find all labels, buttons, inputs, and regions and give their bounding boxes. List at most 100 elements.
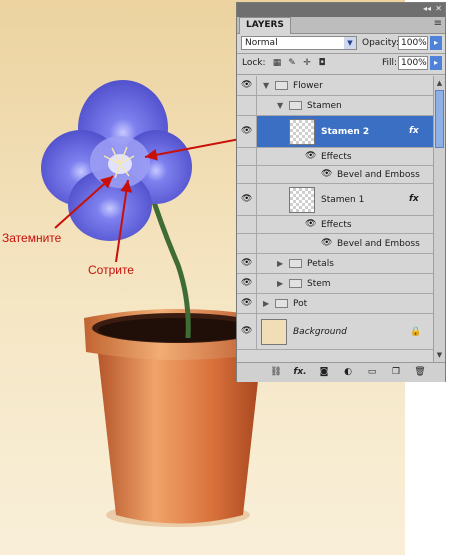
blend-mode-select[interactable]: Normal ▼ <box>241 36 357 50</box>
eye-icon[interactable]: 👁 <box>305 219 316 229</box>
visibility-toggle[interactable]: 👁 <box>237 76 257 95</box>
panel-bottom-toolbar: ⛓ fx. ◙ ◐ ▭ ❐ 🗑 <box>237 362 445 382</box>
visibility-toggle <box>237 216 257 233</box>
eye-icon[interactable]: 👁 <box>321 238 332 248</box>
chevron-down-icon[interactable]: ▼ <box>344 37 356 49</box>
layer-thumbnail <box>289 187 315 213</box>
mask-icon[interactable]: ◙ <box>317 366 331 378</box>
layer-style-badge[interactable]: fx <box>409 126 419 136</box>
scroll-down-arrow-icon[interactable]: ▼ <box>435 350 444 360</box>
erase-annotation: Сотрите <box>88 263 134 277</box>
eye-icon[interactable]: 👁 <box>321 169 332 179</box>
darken-annotation: Затемните <box>2 231 62 245</box>
bevel-emboss-row[interactable]: 👁 Bevel and Emboss <box>237 234 433 254</box>
effects-label[interactable]: Effects <box>321 219 352 231</box>
bevel-emboss-row[interactable]: 👁 Bevel and Emboss <box>237 166 433 184</box>
layer-row-pot[interactable]: 👁 ▶ Pot <box>237 294 433 314</box>
panel-tab-row: LAYERS ≡ <box>237 17 445 34</box>
new-layer-icon[interactable]: ❐ <box>389 366 403 378</box>
layer-thumbnail <box>289 119 315 145</box>
fill-slider-button[interactable]: ▸ <box>430 56 442 70</box>
collapse-icon[interactable]: ◂◂ <box>423 4 431 13</box>
layer-name[interactable]: Stamen 1 <box>321 194 364 206</box>
eye-icon[interactable]: 👁 <box>241 194 252 204</box>
opacity-slider-button[interactable]: ▸ <box>430 36 442 50</box>
visibility-toggle <box>237 166 257 183</box>
layer-name[interactable]: Stamen <box>307 100 342 112</box>
layer-style-badge[interactable]: fx <box>409 194 419 204</box>
layer-row-petals[interactable]: 👁 ▶ Petals <box>237 254 433 274</box>
layer-row-stamen-2[interactable]: 👁 Stamen 2 fx <box>237 116 433 148</box>
expand-triangle-icon[interactable]: ▶ <box>277 279 283 288</box>
tab-layers[interactable]: LAYERS <box>239 17 291 34</box>
visibility-toggle <box>237 234 257 253</box>
layers-scrollbar[interactable]: ▲ ▼ <box>433 76 445 362</box>
effect-name[interactable]: Bevel and Emboss <box>337 169 420 181</box>
expand-triangle-icon[interactable]: ▶ <box>277 259 283 268</box>
visibility-toggle[interactable]: 👁 <box>237 294 257 313</box>
folder-icon <box>289 259 302 268</box>
layer-row-stamen-group[interactable]: ▼ Stamen <box>237 96 433 116</box>
eye-icon[interactable]: 👁 <box>241 80 252 90</box>
close-icon[interactable]: ✕ <box>435 4 442 13</box>
layer-name[interactable]: Pot <box>293 298 307 310</box>
layer-row-background[interactable]: 👁 Background 🔒 <box>237 314 433 350</box>
eye-icon[interactable]: 👁 <box>241 298 252 308</box>
expand-triangle-icon[interactable]: ▼ <box>263 81 269 90</box>
visibility-toggle[interactable]: 👁 <box>237 254 257 273</box>
fill-label: Fill: <box>382 58 398 68</box>
opacity-input[interactable]: 100% <box>398 36 428 50</box>
visibility-toggle[interactable]: 👁 <box>237 116 257 147</box>
effects-label[interactable]: Effects <box>321 151 352 163</box>
scroll-up-arrow-icon[interactable]: ▲ <box>435 78 444 88</box>
trash-icon[interactable]: 🗑 <box>413 366 427 378</box>
visibility-toggle[interactable]: 👁 <box>237 314 257 349</box>
visibility-toggle[interactable] <box>237 96 257 115</box>
effects-row[interactable]: 👁 Effects <box>237 148 433 166</box>
eye-icon[interactable]: 👁 <box>241 258 252 268</box>
lock-position-icon[interactable]: ✛ <box>302 58 312 68</box>
eye-icon[interactable]: 👁 <box>241 326 252 336</box>
blend-mode-value: Normal <box>245 38 278 48</box>
layers-panel: ◂◂ ✕ LAYERS ≡ Normal ▼ Opacity: 100% ▸ L… <box>236 2 446 382</box>
lock-label: Lock: <box>242 58 266 68</box>
layer-row-stamen-1[interactable]: 👁 Stamen 1 fx <box>237 184 433 216</box>
folder-icon <box>289 279 302 288</box>
adjustment-icon[interactable]: ◐ <box>341 366 355 378</box>
expand-triangle-icon[interactable]: ▶ <box>263 299 269 308</box>
visibility-toggle <box>237 148 257 165</box>
effect-name[interactable]: Bevel and Emboss <box>337 238 420 250</box>
fill-input[interactable]: 100% <box>398 56 428 70</box>
lock-transparent-icon[interactable]: ▦ <box>272 58 282 68</box>
lock-all-icon[interactable]: ◘ <box>317 58 327 68</box>
eye-icon[interactable]: 👁 <box>241 278 252 288</box>
link-icon[interactable]: ⛓ <box>269 366 283 378</box>
opacity-label: Opacity: <box>362 38 399 48</box>
effects-row[interactable]: 👁 Effects <box>237 216 433 234</box>
new-group-icon[interactable]: ▭ <box>365 366 379 378</box>
scroll-thumb[interactable] <box>435 90 444 148</box>
lock-image-icon[interactable]: ✎ <box>287 58 297 68</box>
folder-icon <box>275 81 288 90</box>
panel-titlebar[interactable]: ◂◂ ✕ <box>237 3 445 17</box>
visibility-toggle[interactable]: 👁 <box>237 274 257 293</box>
folder-icon <box>289 101 302 110</box>
layer-row-stem[interactable]: 👁 ▶ Stem <box>237 274 433 294</box>
layer-name[interactable]: Background <box>293 326 347 338</box>
eye-icon[interactable]: 👁 <box>241 126 252 136</box>
layer-name[interactable]: Stamen 2 <box>321 126 369 138</box>
panel-menu-icon[interactable]: ≡ <box>434 18 442 29</box>
layer-name[interactable]: Stem <box>307 278 331 290</box>
eye-icon[interactable]: 👁 <box>305 151 316 161</box>
visibility-toggle[interactable]: 👁 <box>237 184 257 215</box>
layer-name[interactable]: Petals <box>307 258 334 270</box>
layer-row-flower[interactable]: 👁 ▼ Flower <box>237 76 433 96</box>
layer-style-icon[interactable]: fx. <box>293 366 307 378</box>
folder-icon <box>275 299 288 308</box>
divider <box>237 53 445 54</box>
layer-name[interactable]: Flower <box>293 80 323 92</box>
expand-triangle-icon[interactable]: ▼ <box>277 101 283 110</box>
layer-thumbnail <box>261 319 287 345</box>
lock-icon: 🔒 <box>410 327 422 337</box>
divider <box>237 74 445 75</box>
